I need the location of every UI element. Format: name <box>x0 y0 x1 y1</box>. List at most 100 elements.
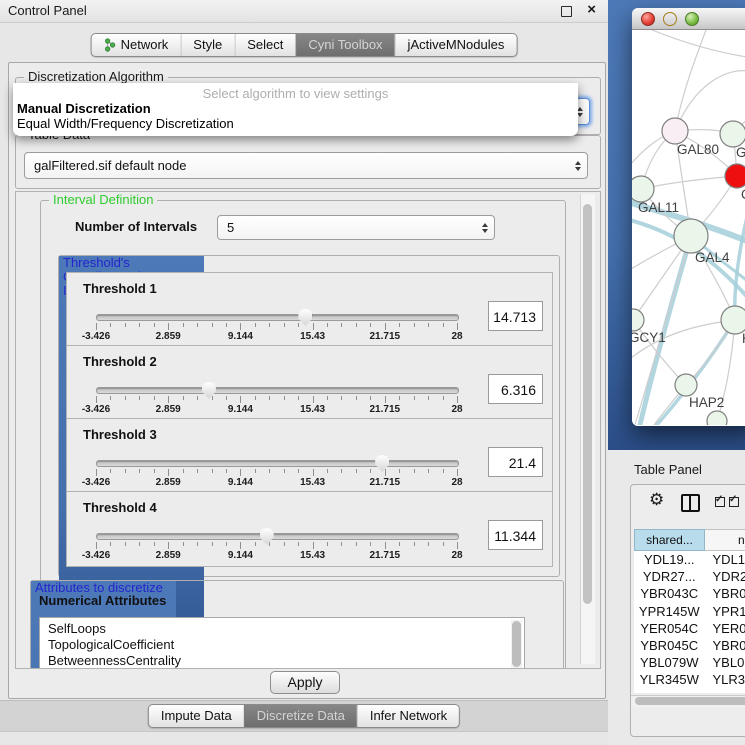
network-node-gcy1[interactable] <box>632 309 644 331</box>
network-node-gal80[interactable] <box>662 118 688 144</box>
dropdown-option-equal-width[interactable]: Equal Width/Frequency Discretization <box>13 116 578 131</box>
threshold-value-field[interactable]: 6.316 <box>488 374 543 404</box>
cell-name[interactable]: YBL0 <box>705 654 745 671</box>
threshold-value-field[interactable]: 11.344 <box>488 520 543 550</box>
list-item[interactable]: TopologicalCoefficient <box>40 637 524 653</box>
table-header: shared... na <box>634 529 745 551</box>
network-view-window[interactable]: GAL80G.CGAL11GAL4GCY1HHAP2 <box>632 8 745 426</box>
cell-shared-name[interactable]: YBL079W <box>634 654 705 671</box>
cell-shared-name[interactable]: YER054C <box>634 620 705 637</box>
network-node[interactable] <box>707 411 727 425</box>
table-row[interactable]: YDL19...YDL1 <box>634 551 745 568</box>
cell-name[interactable]: YLR3 <box>705 671 745 688</box>
table-row[interactable]: YPR145WYPR1 <box>634 603 745 620</box>
group-title: Discretization Algorithm <box>24 70 168 84</box>
network-canvas[interactable]: GAL80G.CGAL11GAL4GCY1HHAP2 <box>632 30 745 425</box>
cell-name[interactable]: YDL1 <box>705 551 745 568</box>
tick-mark <box>341 323 342 327</box>
network-node-c[interactable] <box>725 164 745 188</box>
node-label: G. <box>736 145 745 160</box>
split-columns-icon[interactable] <box>681 494 700 512</box>
tab-jactivemnodules[interactable]: jActiveMNodules <box>395 34 517 56</box>
minimize-traffic-light[interactable] <box>663 12 677 26</box>
zoom-traffic-light[interactable] <box>685 12 699 26</box>
slider-track[interactable] <box>96 460 459 467</box>
list-scrollbar[interactable] <box>511 620 522 669</box>
scrollbar-thumb[interactable] <box>512 621 521 667</box>
cell-shared-name[interactable]: YBR045C <box>634 637 705 654</box>
dropdown-option-manual[interactable]: Manual Discretization <box>13 101 578 116</box>
cell-name[interactable]: YIL0 <box>705 689 745 694</box>
slider-track[interactable] <box>96 387 459 394</box>
network-node-g[interactable] <box>720 121 745 147</box>
float-icon[interactable] <box>561 6 572 17</box>
cell-name[interactable]: YBR0 <box>705 585 745 602</box>
tab-infer-network[interactable]: Infer Network <box>357 705 459 727</box>
close-traffic-light[interactable] <box>641 12 655 26</box>
network-node-h[interactable] <box>721 306 745 334</box>
cell-name[interactable]: YBR0 <box>705 637 745 654</box>
network-node-gal11[interactable] <box>632 176 654 202</box>
table-row[interactable]: YDR27...YDR2 <box>634 568 745 585</box>
list-item[interactable]: SelfLoops <box>40 618 524 637</box>
tab-label: Network <box>121 34 169 56</box>
column-header-name[interactable]: na <box>705 529 745 551</box>
tab-network[interactable]: Network <box>92 34 181 56</box>
table-data-combo[interactable]: galFiltered.sif default node <box>24 152 588 179</box>
tick-mark <box>154 469 155 473</box>
cell-shared-name[interactable]: YLR345W <box>634 671 705 688</box>
tab-cyni-toolbox[interactable]: Cyni Toolbox <box>295 34 394 56</box>
slider-track[interactable] <box>96 533 459 540</box>
checkbox-icon[interactable] <box>729 497 739 507</box>
tab-select[interactable]: Select <box>234 34 295 56</box>
checkbox-icon[interactable] <box>715 497 725 507</box>
apply-button[interactable]: Apply <box>270 671 340 694</box>
network-edge[interactable] <box>641 176 737 189</box>
threshold-value-field[interactable]: 14.713 <box>488 301 543 331</box>
tick-mark <box>183 542 184 546</box>
cell-name[interactable]: YDR2 <box>705 568 745 585</box>
network-node-hap2[interactable] <box>675 374 697 396</box>
network-edge[interactable] <box>652 30 745 58</box>
table-row[interactable]: YBL079WYBL0 <box>634 654 745 671</box>
network-edge[interactable] <box>632 421 717 425</box>
tick-mark <box>356 542 357 546</box>
cell-name[interactable]: YPR1 <box>705 603 745 620</box>
cell-shared-name[interactable]: YDL19... <box>634 551 705 568</box>
table-row[interactable]: YIL052CYIL0 <box>634 689 745 694</box>
cell-shared-name[interactable]: YPR145W <box>634 603 705 620</box>
cell-shared-name[interactable]: YDR27... <box>634 568 705 585</box>
tick-mark <box>110 469 111 473</box>
threshold-label: Threshold 1 <box>83 281 157 296</box>
list-item[interactable]: BetweennessCentrality <box>40 653 524 669</box>
cell-shared-name[interactable]: YIL052C <box>634 689 705 694</box>
table-row[interactable]: YBR043CYBR0 <box>634 585 745 602</box>
scrollbar-thumb[interactable] <box>635 697 745 705</box>
tick-mark <box>226 396 227 400</box>
network-graph: GAL80G.CGAL11GAL4GCY1HHAP2 <box>632 30 745 425</box>
slider-scale: -3.4262.8599.14415.4321.71528 <box>96 550 457 562</box>
gear-icon[interactable]: ⚙ <box>649 490 664 510</box>
horizontal-scrollbar[interactable] <box>631 695 745 707</box>
tick-mark <box>341 542 342 546</box>
table-row[interactable]: YBR045CYBR0 <box>634 637 745 654</box>
network-node-gal4[interactable] <box>674 219 708 253</box>
tick-mark <box>399 323 400 327</box>
threshold-value-field[interactable]: 21.4 <box>488 447 543 477</box>
network-edge[interactable] <box>675 30 706 131</box>
column-header-shared[interactable]: shared... <box>634 529 705 551</box>
number-of-intervals-combo[interactable]: 5 <box>217 215 495 240</box>
cell-shared-name[interactable]: YBR043C <box>634 585 705 602</box>
tab-style[interactable]: Style <box>180 34 234 56</box>
tab-impute-data[interactable]: Impute Data <box>149 705 244 727</box>
slider-track[interactable] <box>96 314 459 321</box>
scrollbar-thumb[interactable] <box>583 204 592 604</box>
close-icon[interactable]: × <box>587 1 596 18</box>
tick-mark <box>139 323 140 327</box>
table-row[interactable]: YLR345WYLR3 <box>634 671 745 688</box>
settings-scrollbar[interactable] <box>580 194 595 664</box>
table-row[interactable]: YER054CYER0 <box>634 620 745 637</box>
tick-mark <box>269 323 270 327</box>
cell-name[interactable]: YER0 <box>705 620 745 637</box>
tab-discretize-data[interactable]: Discretize Data <box>244 705 357 727</box>
